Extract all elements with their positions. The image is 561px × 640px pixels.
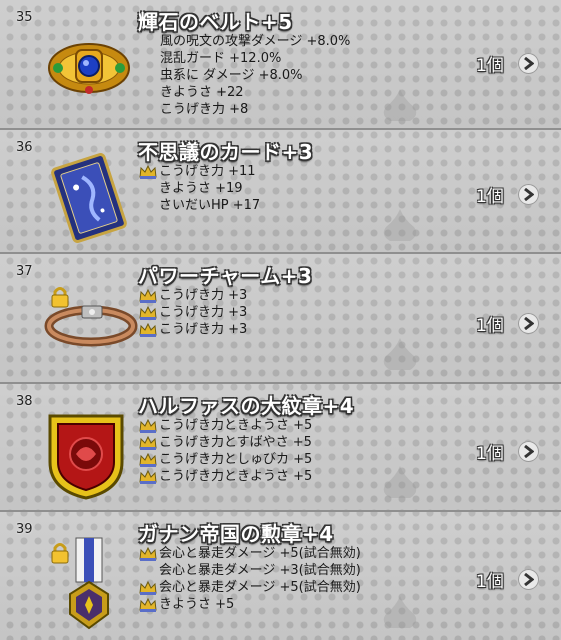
chevron-right-icon[interactable] xyxy=(518,569,539,590)
stat-list: こうげき力ときようさ +5 こうげき力とすばやさ +5 こうげき力としゅびカ +… xyxy=(139,417,312,485)
item-title: 不思議のカード+3 xyxy=(138,140,314,164)
list-item[interactable]: 39 ガナン帝国の勲章+4 会心と暴走ダメージ +5(試合無効) 会心と暴走ダメ… xyxy=(0,512,561,640)
list-item[interactable]: 35 輝石のベルト+5 風の呪文の攻撃ダメージ +8.0% 混乱ガード +12.… xyxy=(0,0,561,130)
stat-line: こうげき力 +11 xyxy=(139,163,260,180)
crown-icon xyxy=(139,322,157,337)
stat-line: 会心と暴走ダメージ +5(試合無効) xyxy=(139,579,361,596)
stat-list: こうげき力 +3 こうげき力 +3 こうげき力 +3 xyxy=(139,287,247,338)
chevron-right-icon[interactable] xyxy=(518,184,539,205)
crown-icon xyxy=(139,435,157,450)
slime-watermark-icon xyxy=(383,209,417,241)
mystery-card-icon xyxy=(51,153,127,243)
power-charm-ring-icon xyxy=(44,305,138,347)
stat-line: きようさ +19 xyxy=(159,181,243,196)
stat-line: こうげき力ときようさ +5 xyxy=(139,468,312,485)
list-item[interactable]: 37 パワーチャーム+3 こうげき力 +3 こうげき力 +3 こうげき力 +3 … xyxy=(0,254,561,384)
crown-icon xyxy=(139,597,157,612)
stat-list: こうげき力 +11 きようさ +19 さいだいHP +17 xyxy=(139,163,260,214)
item-quantity: 1個 xyxy=(476,444,504,464)
stat-line: きようさ +5 xyxy=(139,596,361,613)
stat-list: 会心と暴走ダメージ +5(試合無効) 会心と暴走ダメージ +3(試合無効) 会心… xyxy=(139,545,361,613)
chevron-right-icon[interactable] xyxy=(518,313,539,334)
item-number: 38 xyxy=(16,394,33,409)
item-title: 輝石のベルト+5 xyxy=(138,10,293,34)
crown-icon xyxy=(139,164,157,179)
stat-line: こうげき力としゅびカ +5 xyxy=(139,451,312,468)
stat-line: こうげき力とすばやさ +5 xyxy=(139,434,312,451)
item-quantity: 1個 xyxy=(476,56,504,76)
stat-line: 虫系に ダメージ +8.0% xyxy=(160,68,303,83)
slime-watermark-icon xyxy=(383,338,417,370)
item-number: 39 xyxy=(16,522,33,537)
list-item[interactable]: 38 ハルファスの大紋章+4 こうげき力ときようさ +5 こうげき力とすばやさ … xyxy=(0,384,561,512)
stat-line: こうげき力ときようさ +5 xyxy=(139,417,312,434)
chevron-right-icon[interactable] xyxy=(518,441,539,462)
crown-icon xyxy=(139,580,157,595)
stat-line: こうげき力 +3 xyxy=(139,321,247,338)
stat-line: きようさ +22 xyxy=(160,85,244,100)
item-number: 36 xyxy=(16,140,33,155)
stat-line: さいだいHP +17 xyxy=(159,198,261,213)
chevron-right-icon[interactable] xyxy=(518,53,539,74)
item-title: ハルファスの大紋章+4 xyxy=(138,394,355,418)
stat-line: こうげき力 +3 xyxy=(139,304,247,321)
slime-watermark-icon xyxy=(383,596,417,628)
list-item[interactable]: 36 不思議のカード+3 こうげき力 +11 きようさ +19 さいだいHP +… xyxy=(0,130,561,254)
stat-line: こうげき力 +3 xyxy=(139,287,247,304)
accessory-list: 35 輝石のベルト+5 風の呪文の攻撃ダメージ +8.0% 混乱ガード +12.… xyxy=(0,0,561,640)
stat-line: こうげき力 +8 xyxy=(160,102,249,117)
crown-icon xyxy=(139,546,157,561)
stat-line: 混乱ガード +12.0% xyxy=(160,51,282,66)
crown-icon xyxy=(139,305,157,320)
item-title: パワーチャーム+3 xyxy=(138,264,313,288)
item-number: 35 xyxy=(16,10,33,25)
crown-icon xyxy=(139,452,157,467)
belt-accessory-icon xyxy=(48,43,130,94)
stat-line: 会心と暴走ダメージ +5(試合無効) xyxy=(139,545,361,562)
crown-icon xyxy=(139,418,157,433)
stat-line: 会心と暴走ダメージ +3(試合無効) xyxy=(159,563,361,578)
stat-line: 風の呪文の攻撃ダメージ +8.0% xyxy=(160,34,351,49)
item-quantity: 1個 xyxy=(476,572,504,592)
item-title: ガナン帝国の勲章+4 xyxy=(138,522,334,546)
ganan-medal-icon xyxy=(69,537,109,630)
item-quantity: 1個 xyxy=(476,316,504,336)
crown-icon xyxy=(139,469,157,484)
stat-list: 風の呪文の攻撃ダメージ +8.0% 混乱ガード +12.0% 虫系に ダメージ … xyxy=(160,33,350,118)
slime-watermark-icon xyxy=(383,89,417,121)
crown-icon xyxy=(139,288,157,303)
halphas-crest-icon xyxy=(48,414,124,500)
item-quantity: 1個 xyxy=(476,187,504,207)
slime-watermark-icon xyxy=(383,466,417,498)
item-number: 37 xyxy=(16,264,33,279)
